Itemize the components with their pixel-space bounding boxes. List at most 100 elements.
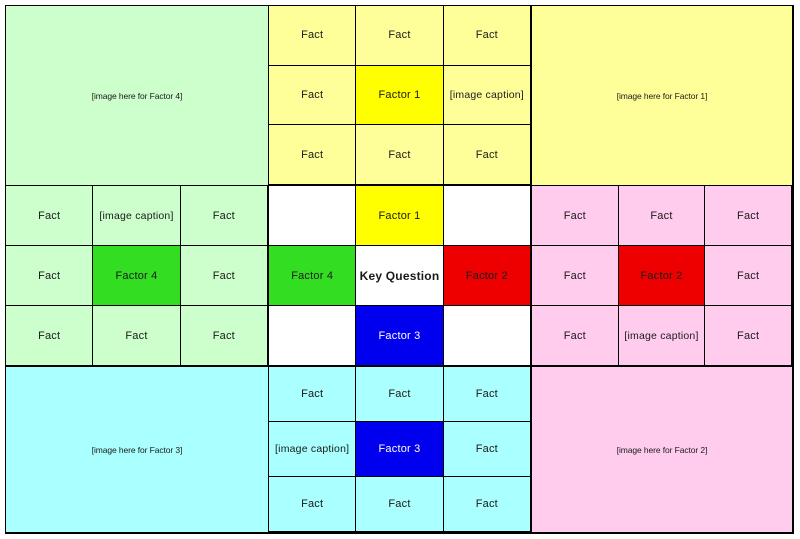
factor-cell-label: Factor 1 <box>378 209 421 222</box>
fact-cell-label: Fact <box>388 388 411 400</box>
fact-cell-label: Fact <box>301 148 324 161</box>
fact-cell-label: Fact <box>475 498 498 510</box>
fact-cell[interactable]: Fact <box>704 245 792 306</box>
fact-cell-label: Fact <box>737 269 760 282</box>
fact-cell-label: Fact <box>475 29 498 42</box>
factor4-image-placeholder-label: [image here for Factor 4] <box>91 90 183 101</box>
factor-cell-label: Factor 4 <box>115 269 158 282</box>
fact-cell[interactable]: Fact <box>442 124 531 185</box>
fact-cell[interactable]: Fact <box>704 185 792 246</box>
fact-cell-label: Fact <box>737 329 760 342</box>
factor-cell-label: Factor 2 <box>465 269 508 282</box>
fact-cell-label: Fact <box>38 329 61 342</box>
fact-cell-label: Fact <box>475 443 498 455</box>
fact-cell-label: Fact <box>388 148 411 161</box>
fact-cell-label: Fact <box>212 329 235 342</box>
empty-cell <box>268 305 357 366</box>
fact-cell-label: Fact <box>301 498 324 510</box>
fact-cell[interactable]: Fact <box>704 305 792 366</box>
fact-cell-label: Fact <box>475 388 498 400</box>
fact-cell[interactable]: Fact <box>5 185 94 246</box>
factor-cell-label: Factor 1 <box>378 88 421 101</box>
fact-cell[interactable]: Fact <box>92 305 181 366</box>
factor-cell[interactable]: Factor 2 <box>442 245 531 306</box>
fact-cell-label: Fact <box>301 29 324 42</box>
factor-cell[interactable]: Factor 2 <box>617 245 706 306</box>
factor-cell[interactable]: Factor 1 <box>355 64 444 126</box>
fact-cell[interactable]: Fact <box>268 5 357 66</box>
key-question-cell[interactable]: Key Question <box>355 245 444 306</box>
image-caption-cell-label: [image caption] <box>449 88 524 101</box>
fact-cell[interactable]: Fact <box>179 245 268 306</box>
factor-cell[interactable]: Factor 3 <box>355 305 444 366</box>
fact-cell[interactable]: Fact <box>179 185 268 246</box>
fact-cell-label: Fact <box>38 209 61 222</box>
factor-placemat-board: [image here for Factor 4] Fact Fact Fact Fa… <box>5 5 794 534</box>
empty-cell <box>442 305 531 366</box>
factor-cell-label: Factor 3 <box>378 329 421 342</box>
fact-cell[interactable]: Fact <box>268 64 357 126</box>
fact-cell[interactable]: Fact <box>442 366 531 422</box>
image-caption-cell-label: [image caption] <box>275 443 350 455</box>
factor1-fact-grid: Fact Fact Fact Fact Factor 1 [image caption] F… <box>268 5 532 186</box>
image-caption-cell-label: [image caption] <box>624 329 699 342</box>
fact-cell-label: Fact <box>563 329 586 342</box>
fact-cell-label: Fact <box>388 498 411 510</box>
factor2-image-panel[interactable]: [image here for Factor 2] <box>531 366 793 533</box>
fact-cell[interactable]: Fact <box>355 124 444 185</box>
fact-cell-label: Fact <box>212 269 235 282</box>
fact-cell-label: Fact <box>388 29 411 42</box>
fact-cell[interactable]: Fact <box>268 476 357 532</box>
image-caption-cell[interactable]: [image caption] <box>617 305 706 366</box>
fact-cell-label: Fact <box>125 329 148 342</box>
fact-cell[interactable]: Fact <box>268 366 357 422</box>
fact-cell-label: Fact <box>212 209 235 222</box>
fact-cell-label: Fact <box>301 88 324 101</box>
key-question-cell-label: Key Question <box>359 268 440 283</box>
factor2-image-placeholder-label: [image here for Factor 2] <box>616 444 708 455</box>
factor1-image-placeholder-label: [image here for Factor 1] <box>616 90 708 101</box>
image-caption-cell-label: [image caption] <box>99 209 174 222</box>
fact-cell[interactable]: Fact <box>355 5 444 66</box>
factor4-image-panel[interactable]: [image here for Factor 4] <box>5 5 269 186</box>
factor-cell[interactable]: Factor 4 <box>92 245 181 306</box>
image-caption-cell[interactable]: [image caption] <box>92 185 181 246</box>
fact-cell-label: Fact <box>38 269 61 282</box>
factor-cell[interactable]: Factor 1 <box>355 185 444 246</box>
fact-cell[interactable]: Fact <box>442 5 531 66</box>
fact-cell[interactable]: Fact <box>531 185 619 246</box>
factor3-fact-grid: Fact Fact Fact [image caption] Factor 3 Fact F… <box>268 366 532 533</box>
fact-cell[interactable]: Fact <box>5 245 94 306</box>
fact-cell[interactable]: Fact <box>531 245 619 306</box>
fact-cell[interactable]: Fact <box>179 305 268 366</box>
factor3-image-placeholder-label: [image here for Factor 3] <box>91 444 183 455</box>
factor-cell[interactable]: Factor 3 <box>355 421 444 477</box>
key-question-grid: Factor 1 Factor 4 Key Question Factor 2 Fact… <box>268 185 532 367</box>
factor-cell-label: Factor 2 <box>640 269 683 282</box>
factor-cell-label: Factor 3 <box>378 443 421 455</box>
fact-cell-label: Fact <box>563 269 586 282</box>
factor-cell-label: Factor 4 <box>291 269 334 282</box>
fact-cell-label: Fact <box>563 209 586 222</box>
factor3-image-panel[interactable]: [image here for Factor 3] <box>5 366 269 533</box>
image-caption-cell[interactable]: [image caption] <box>442 64 531 126</box>
empty-cell <box>442 185 531 246</box>
fact-cell-label: Fact <box>650 209 673 222</box>
empty-cell <box>268 185 357 246</box>
factor4-fact-grid: Fact [image caption] Fact Fact Factor 4 Fact F… <box>5 185 269 367</box>
fact-cell-label: Fact <box>737 209 760 222</box>
fact-cell[interactable]: Fact <box>355 366 444 422</box>
factor2-fact-grid: Fact Fact Fact Fact Factor 2 Fact Fact [image c… <box>531 185 793 367</box>
image-caption-cell[interactable]: [image caption] <box>268 421 357 477</box>
fact-cell-label: Fact <box>301 388 324 400</box>
fact-cell[interactable]: Fact <box>442 476 531 532</box>
fact-cell[interactable]: Fact <box>617 185 706 246</box>
factor-cell[interactable]: Factor 4 <box>268 245 357 306</box>
fact-cell[interactable]: Fact <box>5 305 94 366</box>
fact-cell-label: Fact <box>475 148 498 161</box>
factor1-image-panel[interactable]: [image here for Factor 1] <box>531 5 793 186</box>
fact-cell[interactable]: Fact <box>355 476 444 532</box>
fact-cell[interactable]: Fact <box>268 124 357 185</box>
fact-cell[interactable]: Fact <box>442 421 531 477</box>
fact-cell[interactable]: Fact <box>531 305 619 366</box>
